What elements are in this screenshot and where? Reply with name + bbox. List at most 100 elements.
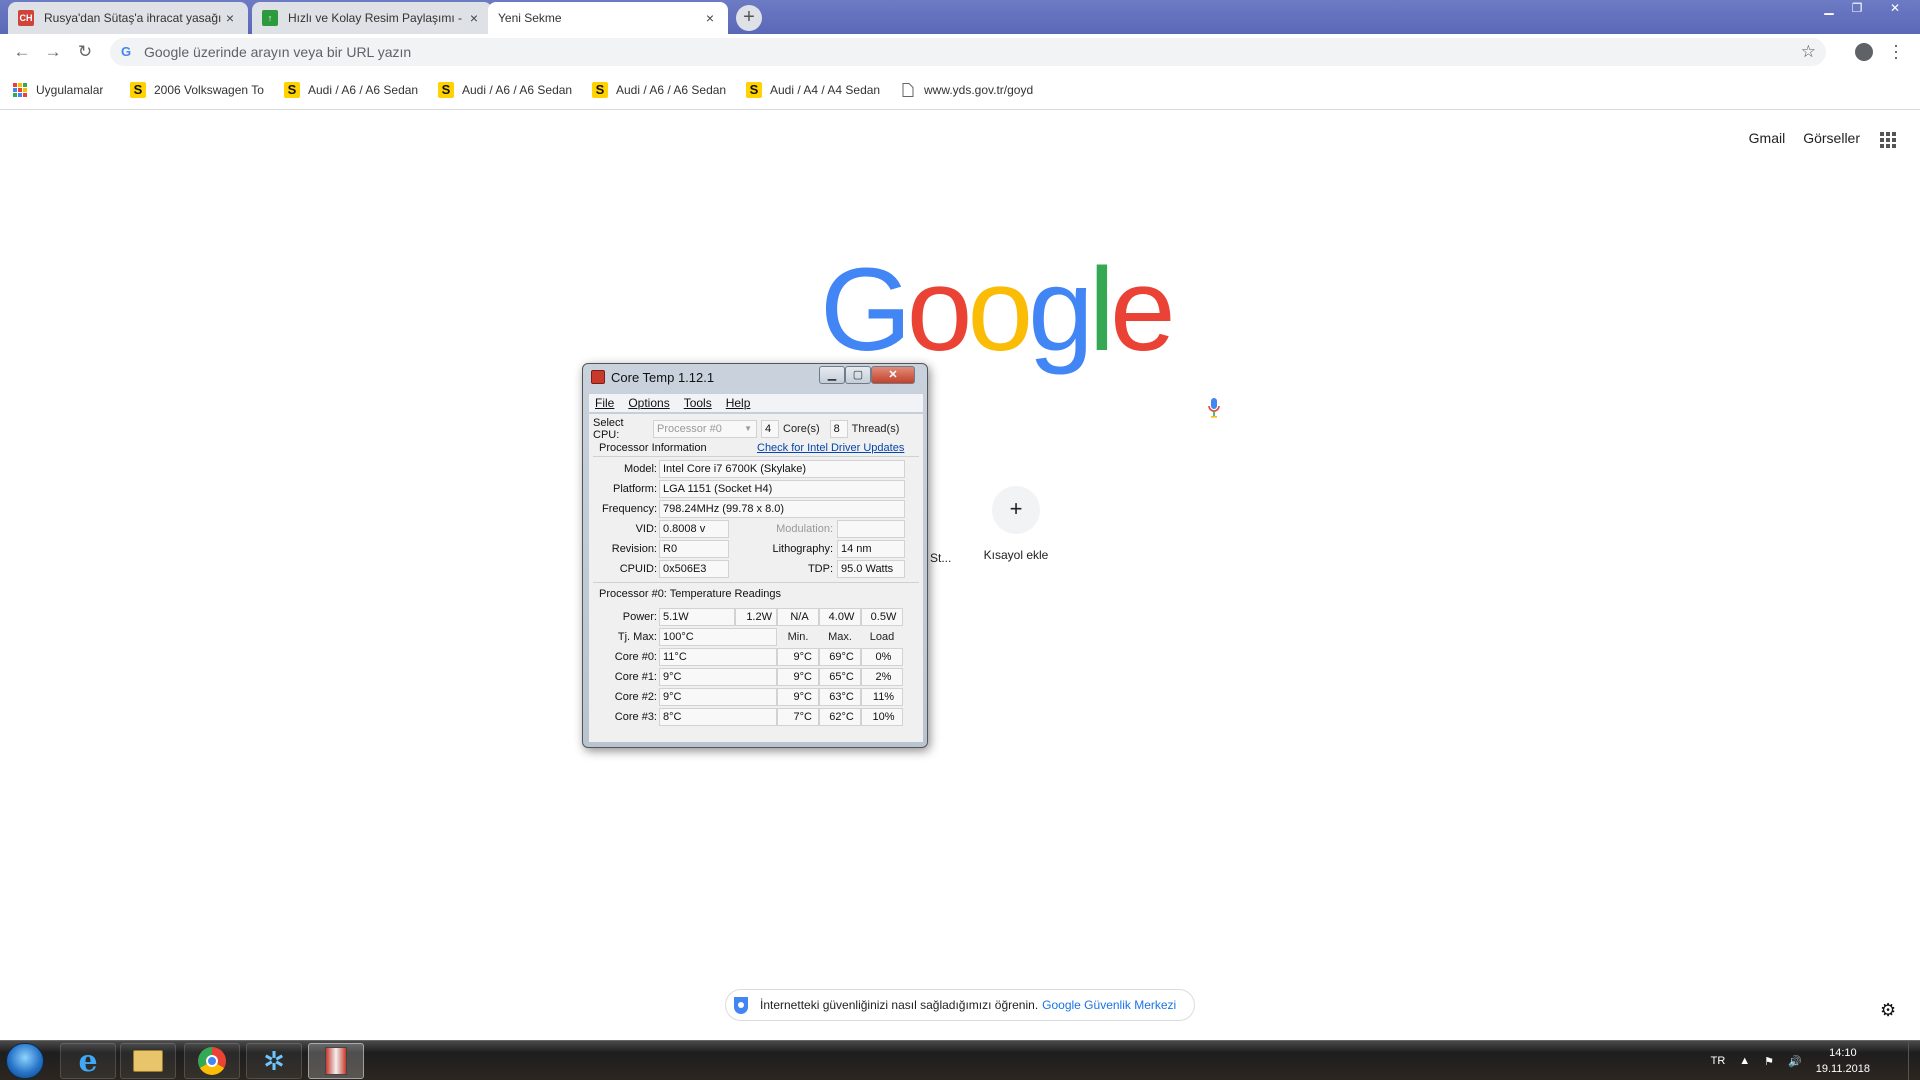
news-site-favicon-icon: CH (18, 10, 34, 26)
temperature-readings-heading: Processor #0: Temperature Readings (599, 588, 782, 600)
logo-letter: o (967, 244, 1033, 376)
coretemp-close-icon[interactable]: ✕ (871, 366, 915, 384)
coretemp-body: Select CPU: Processor #0 ▼ 4 Core(s) 8 T… (589, 414, 923, 742)
vid-value: 0.8008 v (659, 520, 729, 538)
core-row: Core #3: 8°C 7°C 62°C 10% (589, 708, 903, 726)
core-row: Core #2: 9°C 9°C 63°C 11% (589, 688, 903, 706)
chevron-down-icon: ▼ (744, 424, 752, 433)
frequency-label: Frequency: (601, 503, 657, 515)
s-site-icon: S (592, 81, 608, 98)
browser-toolbar: ← → ↻ G Google üzerinde arayın veya bir … (0, 34, 1920, 70)
tab-close-icon[interactable]: × (466, 10, 482, 26)
language-indicator[interactable]: TR (1711, 1055, 1726, 1067)
bookmark-item[interactable]: S Audi / A6 / A6 Sedan (438, 81, 574, 98)
core-load: 2% (861, 668, 903, 686)
logo-letter: G (820, 244, 912, 376)
menu-options[interactable]: Options (628, 396, 669, 410)
chrome-icon[interactable] (184, 1043, 240, 1079)
shield-icon (734, 996, 748, 1014)
clock[interactable]: 14:10 19.11.2018 (1816, 1045, 1870, 1077)
tray-expand-icon[interactable]: ▲ (1739, 1055, 1750, 1067)
windows-taskbar: e ✲ TR ▲ ⚑ 🔊 14:10 19.11.2018 (0, 1040, 1920, 1080)
logo-letter: o (906, 244, 973, 376)
menu-help[interactable]: Help (726, 396, 751, 410)
shortcut-tile-partial-label[interactable]: St... (930, 551, 951, 565)
back-arrow-icon[interactable]: ← (10, 41, 34, 65)
core-row: Core #0: 11°C 9°C 69°C 0% (589, 648, 903, 666)
cpu-select-dropdown[interactable]: Processor #0 ▼ (653, 420, 757, 438)
core-label: Core #0: (614, 651, 657, 663)
tab-close-icon[interactable]: × (702, 10, 718, 26)
gmail-link[interactable]: Gmail (1749, 130, 1786, 146)
bookmark-item[interactable]: S Audi / A6 / A6 Sedan (284, 81, 420, 98)
core-min: 9°C (777, 688, 819, 706)
power-row: Power: 5.1W 1.2W N/A 4.0W 0.5W (589, 608, 903, 626)
google-apps-icon[interactable] (1880, 132, 1896, 148)
bookmark-label: Audi / A6 / A6 Sedan (308, 82, 419, 97)
chrome-menu-icon[interactable]: · · · (1892, 36, 1900, 66)
model-value: Intel Core i7 6700K (Skylake) (659, 460, 905, 478)
frequency-row: Frequency: 798.24MHz (99.78 x 8.0) (589, 500, 905, 518)
select-cpu-label: Select CPU: (593, 417, 624, 441)
core-count: 4 (761, 420, 779, 438)
google-g-icon: G (120, 44, 132, 59)
select-cpu-row: Select CPU: Processor #0 ▼ 4 Core(s) 8 T… (593, 417, 899, 441)
menu-tools[interactable]: Tools (684, 396, 712, 410)
tab-1[interactable]: CH Rusya'dan Sütaş'a ihracat yasağı! × (8, 2, 248, 34)
tab-close-icon[interactable]: × (222, 10, 238, 26)
tdp-label: TDP: (807, 563, 833, 575)
bookmark-item[interactable]: www.yds.gov.tr/goyd (900, 82, 1036, 98)
volume-icon[interactable]: 🔊 (1788, 1055, 1802, 1068)
profile-avatar-icon[interactable] (1855, 43, 1873, 61)
network-app-icon[interactable]: ✲ (246, 1043, 302, 1079)
reload-icon[interactable]: ↻ (73, 41, 97, 65)
coretemp-minimize-icon[interactable]: ▁ (819, 366, 845, 384)
coretemp-app-icon (591, 370, 605, 384)
page-icon (900, 82, 916, 98)
action-center-flag-icon[interactable]: ⚑ (1764, 1055, 1774, 1068)
bookmark-star-icon[interactable]: ☆ (1801, 42, 1816, 62)
bookmark-apps[interactable]: Uygulamalar (12, 82, 112, 98)
forward-arrow-icon[interactable]: → (41, 41, 65, 65)
minimize-window-icon[interactable]: ▁ (1815, 0, 1843, 18)
show-desktop-button[interactable] (1908, 1041, 1920, 1080)
cpuid-label: CPUID: (619, 563, 657, 575)
core-row: Core #1: 9°C 9°C 65°C 2% (589, 668, 903, 686)
image-share-favicon-icon: ↑ (262, 10, 278, 26)
security-center-link[interactable]: Google Güvenlik Merkezi (1042, 998, 1176, 1012)
customize-gear-icon[interactable]: ⚙ (1880, 1000, 1896, 1021)
coretemp-maximize-icon[interactable]: ▢ (845, 366, 871, 384)
start-button-icon[interactable] (6, 1043, 44, 1079)
core-max: 63°C (819, 688, 861, 706)
logo-letter: g (1028, 244, 1094, 376)
min-header: Min. (787, 631, 809, 643)
restore-window-icon[interactable]: ❐ (1843, 0, 1871, 18)
microphone-icon[interactable] (1207, 397, 1221, 419)
intel-driver-update-link[interactable]: Check for Intel Driver Updates (757, 442, 904, 454)
coretemp-menubar: File Options Tools Help (589, 394, 923, 412)
tab-3-active[interactable]: Yeni Sekme × (488, 2, 728, 34)
internet-explorer-icon[interactable]: e (60, 1043, 116, 1079)
clock-time: 14:10 (1829, 1047, 1857, 1059)
lithography-label: Lithography: (772, 543, 833, 555)
file-explorer-icon[interactable] (120, 1043, 176, 1079)
clock-date: 19.11.2018 (1815, 1063, 1870, 1075)
add-shortcut-tile[interactable]: + Kısayol ekle (960, 486, 1072, 562)
menu-file[interactable]: File (595, 396, 614, 410)
model-row: Model: Intel Core i7 6700K (Skylake) (589, 460, 905, 478)
tab-2[interactable]: ↑ Hızlı ve Kolay Resim Paylaşımı - r × (252, 2, 492, 34)
bookmark-item[interactable]: S 2006 Volkswagen To (130, 81, 266, 98)
coretemp-taskbar-icon[interactable] (308, 1043, 364, 1079)
new-tab-button[interactable]: + (736, 5, 762, 31)
power-label: Power: (622, 611, 657, 623)
s-site-icon: S (438, 81, 454, 98)
core-load: 10% (861, 708, 903, 726)
images-link[interactable]: Görseller (1803, 130, 1860, 146)
bookmark-item[interactable]: S Audi / A4 / A4 Sedan (746, 81, 882, 98)
address-bar[interactable]: G Google üzerinde arayın veya bir URL ya… (110, 38, 1826, 66)
core-load: 11% (861, 688, 903, 706)
bookmark-item[interactable]: S Audi / A6 / A6 Sedan (592, 81, 728, 98)
close-window-icon[interactable]: ✕ (1881, 0, 1909, 18)
tab-title: Hızlı ve Kolay Resim Paylaşımı - r (288, 11, 466, 25)
power-package: 5.1W (659, 608, 735, 626)
